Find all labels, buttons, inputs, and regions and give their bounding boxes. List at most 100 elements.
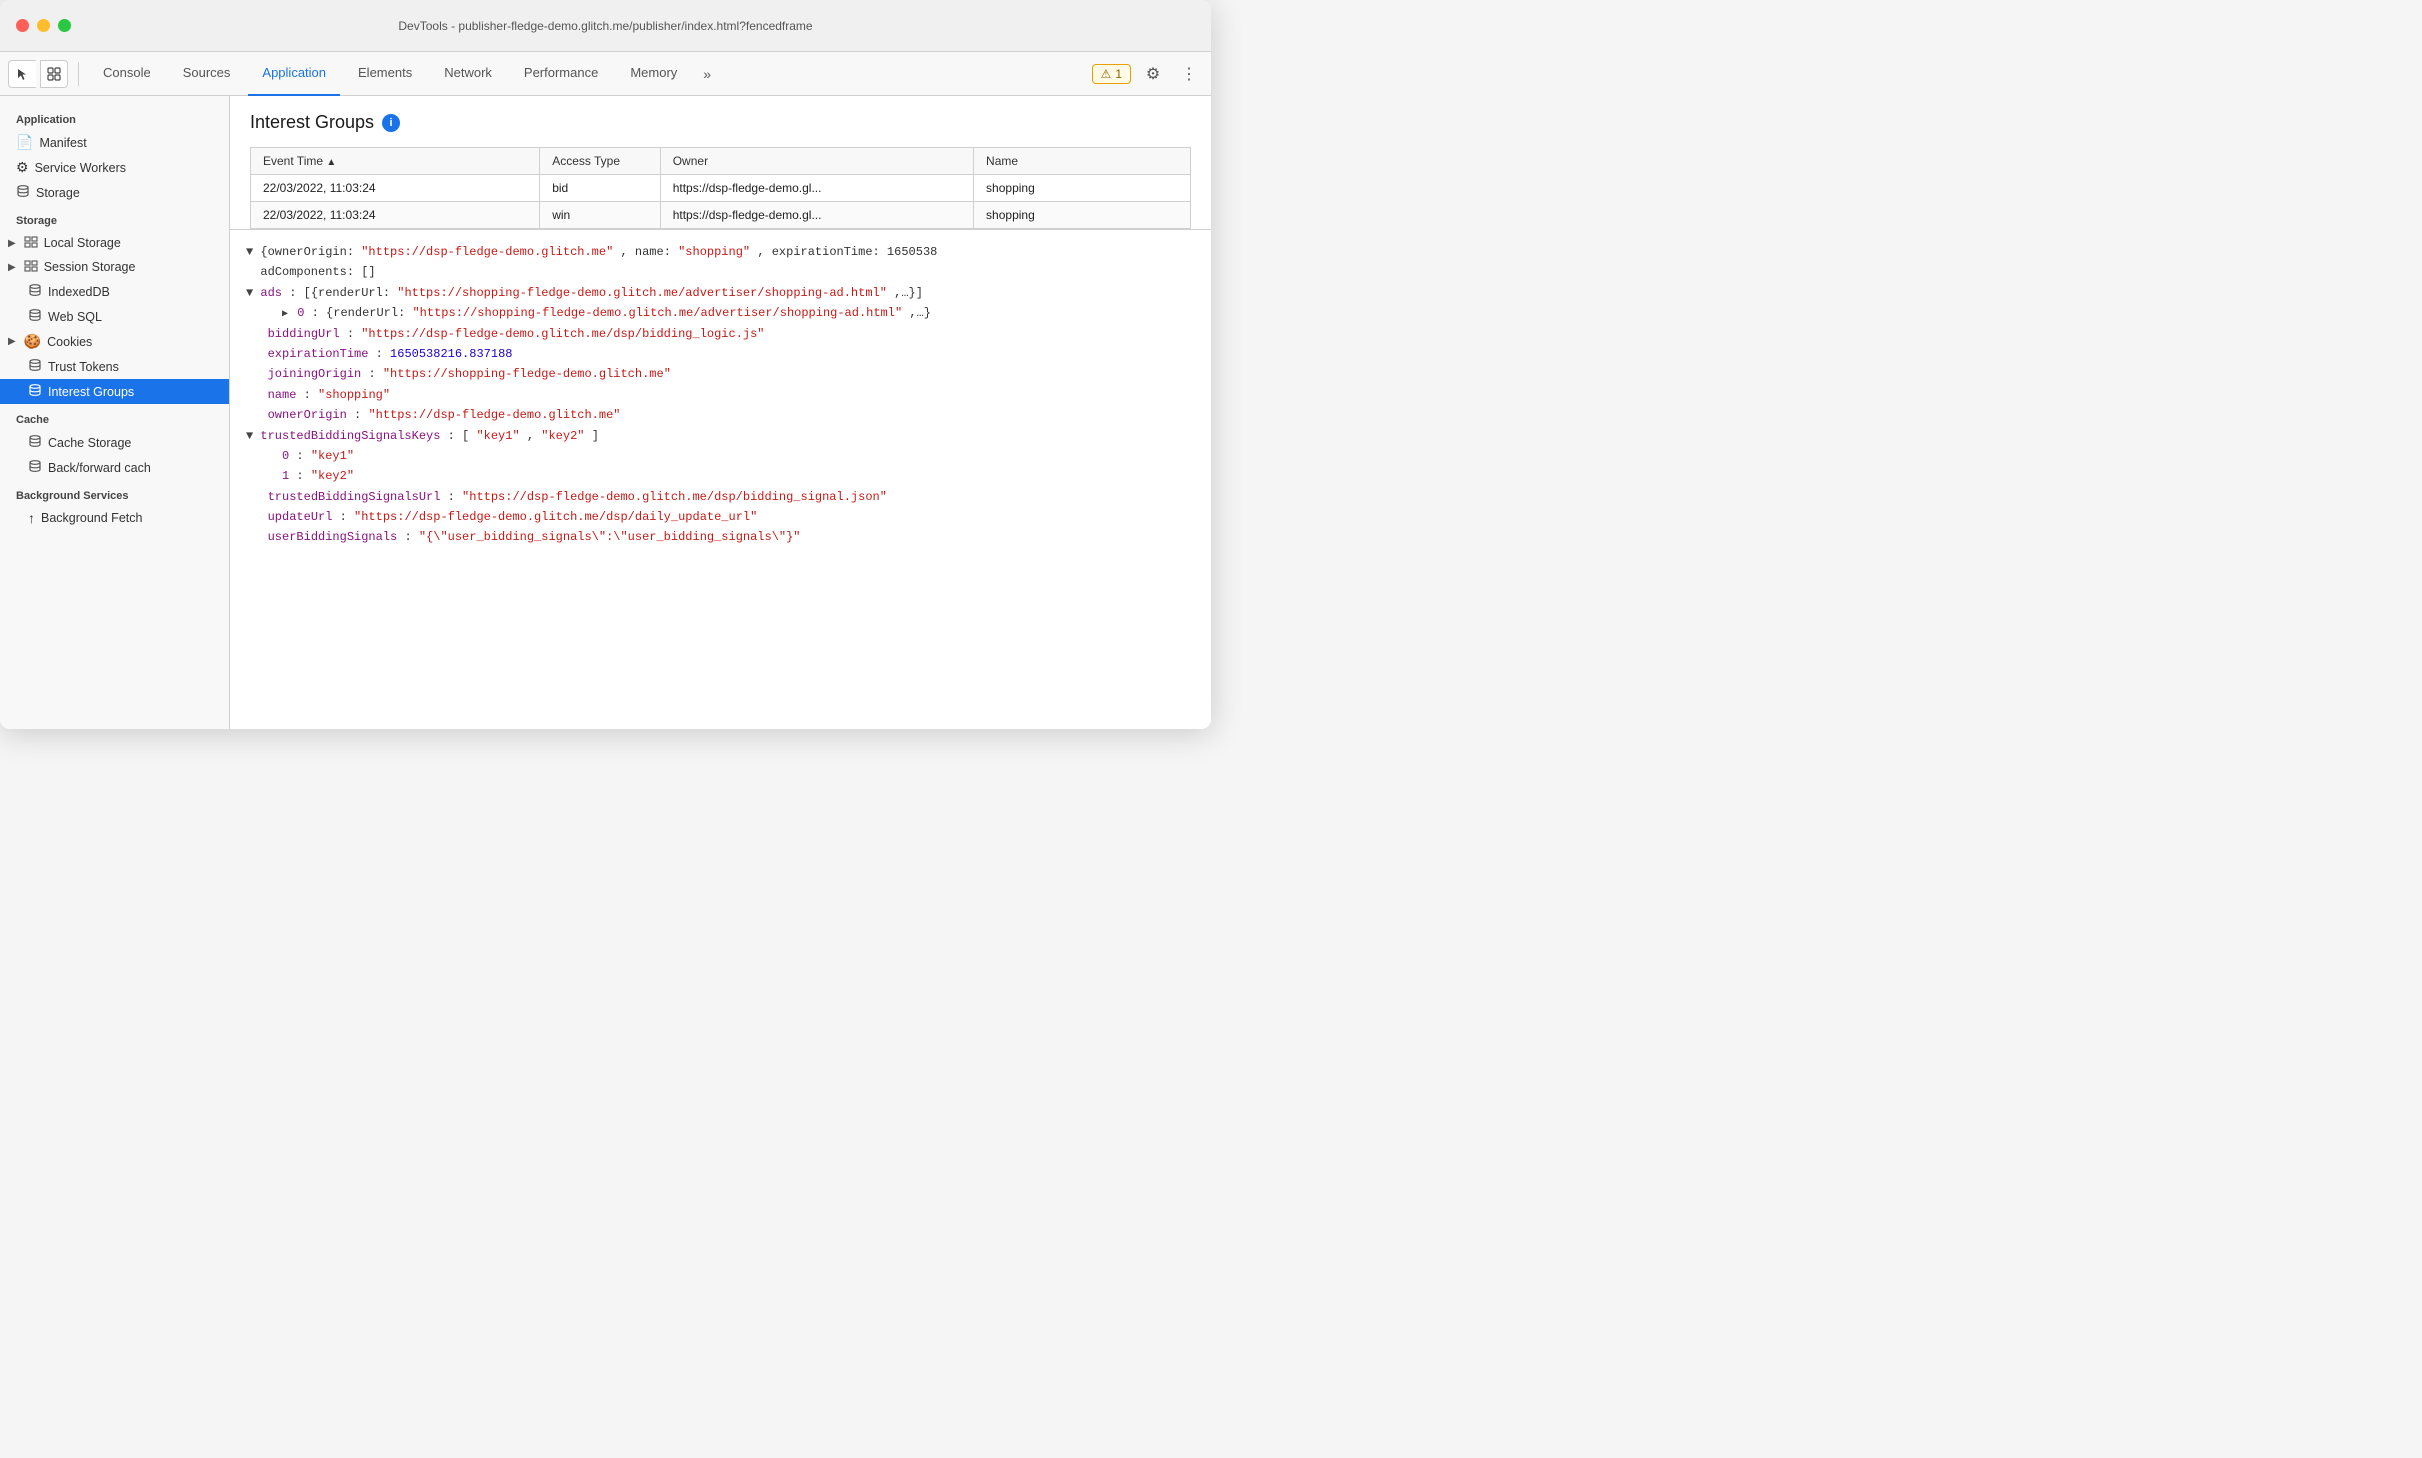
col-owner[interactable]: Owner — [660, 148, 973, 175]
session-storage-icon — [24, 259, 38, 275]
tab-sources[interactable]: Sources — [169, 52, 245, 96]
maximize-button[interactable] — [58, 19, 71, 32]
sidebar-item-trust-tokens[interactable]: Trust Tokens — [0, 354, 229, 379]
info-icon[interactable]: i — [382, 114, 400, 132]
sidebar: Application 📄 Manifest ⚙ Service Workers… — [0, 96, 230, 729]
tab-performance[interactable]: Performance — [510, 52, 612, 96]
more-tabs-button[interactable]: » — [695, 52, 719, 96]
cache-storage-icon — [28, 434, 42, 451]
sidebar-item-cache-storage[interactable]: Cache Storage — [0, 430, 229, 455]
detail-line-6: expirationTime : 1650538216.837188 — [246, 344, 1195, 364]
toolbar: Console Sources Application Elements Net… — [0, 52, 1211, 96]
warning-badge[interactable]: ⚠ 1 — [1092, 64, 1131, 84]
detail-line-8: name : "shopping" — [246, 385, 1195, 405]
interest-groups-panel: Interest Groups i Event Time ▲ Access Ty… — [230, 96, 1211, 230]
tab-memory[interactable]: Memory — [616, 52, 691, 96]
sidebar-item-service-workers[interactable]: ⚙ Service Workers — [0, 155, 229, 180]
interest-groups-icon — [28, 383, 42, 400]
expand-cookies-icon: ▶ — [8, 336, 16, 347]
detail-line-11: 0 : "key1" — [246, 446, 1195, 466]
detail-line-9: ownerOrigin : "https://dsp-fledge-demo.g… — [246, 405, 1195, 425]
manifest-icon: 📄 — [16, 134, 33, 151]
sidebar-item-web-sql[interactable]: Web SQL — [0, 304, 229, 329]
cell-name-1: shopping — [974, 202, 1191, 229]
content-area: Interest Groups i Event Time ▲ Access Ty… — [230, 96, 1211, 729]
traffic-lights — [16, 19, 71, 32]
detail-line-12: 1 : "key2" — [246, 466, 1195, 486]
trust-tokens-icon — [28, 358, 42, 375]
detail-line-5: biddingUrl : "https://dsp-fledge-demo.gl… — [246, 324, 1195, 344]
storage-icon — [16, 184, 30, 201]
sidebar-item-manifest[interactable]: 📄 Manifest — [0, 130, 229, 155]
devtools-window: DevTools - publisher-fledge-demo.glitch.… — [0, 0, 1211, 729]
table-row[interactable]: 22/03/2022, 11:03:24 bid https://dsp-fle… — [251, 175, 1191, 202]
sidebar-item-indexeddb[interactable]: IndexedDB — [0, 279, 229, 304]
expand-session-storage-icon: ▶ — [8, 262, 16, 273]
collapse-icon-0[interactable]: ▶ — [282, 306, 288, 323]
tab-console[interactable]: Console — [89, 52, 165, 96]
tab-elements[interactable]: Elements — [344, 52, 426, 96]
inspect-icon-button[interactable] — [40, 60, 68, 88]
window-title: DevTools - publisher-fledge-demo.glitch.… — [398, 19, 812, 33]
detail-line-3: ▼ ads : [{renderUrl: "https://shopping-f… — [246, 283, 1195, 303]
cell-access-type-1: win — [540, 202, 661, 229]
toolbar-separator — [78, 62, 79, 86]
sidebar-item-session-storage[interactable]: ▶ Session Storage — [0, 255, 229, 279]
sidebar-item-storage[interactable]: Storage — [0, 180, 229, 205]
background-fetch-icon: ↑ — [28, 510, 35, 526]
sidebar-item-background-fetch[interactable]: ↑ Background Fetch — [0, 506, 229, 530]
detail-line-4: ▶ 0 : {renderUrl: "https://shopping-fled… — [246, 303, 1195, 323]
table-row[interactable]: 22/03/2022, 11:03:24 win https://dsp-fle… — [251, 202, 1191, 229]
titlebar: DevTools - publisher-fledge-demo.glitch.… — [0, 0, 1211, 52]
detail-line-14: updateUrl : "https://dsp-fledge-demo.gli… — [246, 507, 1195, 527]
collapse-icon-tbsk[interactable]: ▼ — [246, 429, 260, 443]
sidebar-item-cookies[interactable]: ▶ 🍪 Cookies — [0, 329, 229, 354]
collapse-icon-1[interactable]: ▼ — [246, 245, 260, 259]
cell-event-time-0: 22/03/2022, 11:03:24 — [251, 175, 540, 202]
local-storage-icon — [24, 235, 38, 251]
main-layout: Application 📄 Manifest ⚙ Service Workers… — [0, 96, 1211, 729]
close-button[interactable] — [16, 19, 29, 32]
detail-line-15: userBiddingSignals : "{\"user_bidding_si… — [246, 527, 1195, 547]
ig-title-row: Interest Groups i — [250, 112, 1191, 133]
ig-title: Interest Groups — [250, 112, 374, 133]
more-options-button[interactable]: ⋮ — [1175, 60, 1203, 88]
back-forward-cache-icon — [28, 459, 42, 476]
col-access-type[interactable]: Access Type — [540, 148, 661, 175]
sidebar-item-interest-groups[interactable]: Interest Groups — [0, 379, 229, 404]
detail-line-1: ▼ {ownerOrigin: "https://dsp-fledge-demo… — [246, 242, 1195, 262]
sidebar-item-local-storage[interactable]: ▶ Local Storage — [0, 231, 229, 255]
web-sql-icon — [28, 308, 42, 325]
cell-owner-1: https://dsp-fledge-demo.gl... — [660, 202, 973, 229]
sidebar-section-application: Application — [0, 104, 229, 130]
expand-local-storage-icon: ▶ — [8, 238, 16, 249]
cursor-icon-button[interactable] — [8, 60, 36, 88]
toolbar-right: ⚠ 1 ⚙ ⋮ — [1092, 60, 1203, 88]
detail-line-13: trustedBiddingSignalsUrl : "https://dsp-… — [246, 487, 1195, 507]
tab-application[interactable]: Application — [248, 52, 340, 96]
sort-icon: ▲ — [326, 157, 336, 168]
cell-event-time-1: 22/03/2022, 11:03:24 — [251, 202, 540, 229]
minimize-button[interactable] — [37, 19, 50, 32]
col-name[interactable]: Name — [974, 148, 1191, 175]
sidebar-section-background: Background Services — [0, 480, 229, 506]
settings-icon-button[interactable]: ⚙ — [1139, 60, 1167, 88]
sidebar-item-back-forward-cache[interactable]: Back/forward cach — [0, 455, 229, 480]
cell-owner-0: https://dsp-fledge-demo.gl... — [660, 175, 973, 202]
sidebar-section-storage: Storage — [0, 205, 229, 231]
detail-line-10: ▼ trustedBiddingSignalsKeys : [ "key1" ,… — [246, 426, 1195, 446]
cell-access-type-0: bid — [540, 175, 661, 202]
detail-line-2: adComponents: [] — [246, 262, 1195, 282]
tab-network[interactable]: Network — [430, 52, 506, 96]
detail-panel: ▼ {ownerOrigin: "https://dsp-fledge-demo… — [230, 230, 1211, 729]
col-event-time[interactable]: Event Time ▲ — [251, 148, 540, 175]
warning-icon: ⚠ — [1101, 67, 1112, 81]
sidebar-section-cache: Cache — [0, 404, 229, 430]
collapse-icon-ads[interactable]: ▼ — [246, 286, 260, 300]
cell-name-0: shopping — [974, 175, 1191, 202]
service-workers-icon: ⚙ — [16, 159, 29, 176]
interest-groups-table: Event Time ▲ Access Type Owner Name — [250, 147, 1191, 229]
indexeddb-icon — [28, 283, 42, 300]
detail-line-7: joiningOrigin : "https://shopping-fledge… — [246, 364, 1195, 384]
cookies-icon: 🍪 — [24, 333, 41, 350]
